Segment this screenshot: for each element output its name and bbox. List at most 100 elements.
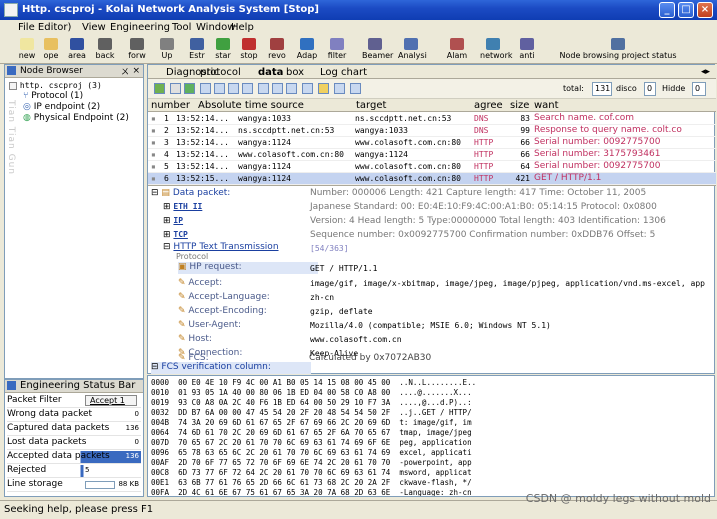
toolbar-button-forward[interactable]: forw bbox=[124, 38, 150, 62]
menu-help[interactable]: Help bbox=[231, 22, 254, 33]
refresh-icon[interactable] bbox=[154, 83, 165, 94]
row-marker-icon: ▪ bbox=[151, 114, 156, 123]
field-icon: ✎ bbox=[178, 334, 189, 344]
http-field[interactable]: ✎ Accept-Language: bbox=[178, 292, 270, 302]
tree-item-label: Protocol (1) bbox=[31, 91, 84, 101]
row-marker-icon: ▪ bbox=[151, 174, 156, 183]
tab-box[interactable]: box bbox=[286, 67, 304, 78]
menu-file[interactable]: File Editor) bbox=[18, 22, 71, 33]
expand-icon[interactable]: ⊞ bbox=[163, 216, 171, 226]
packet-number: 3 bbox=[164, 138, 169, 147]
tree-item-root[interactable]: http. cscproj (3) bbox=[9, 81, 102, 91]
up-icon bbox=[160, 38, 174, 50]
fcs-icon: ✎ bbox=[178, 353, 186, 363]
view-7-icon[interactable] bbox=[286, 83, 297, 94]
packet-row[interactable]: 2 13:52:14... ns.sccdptt.net.cn:53 wangya:1… bbox=[148, 125, 716, 137]
col-time-source[interactable]: Absolute time source bbox=[198, 100, 304, 111]
packet-filter-select[interactable]: Accept 1 bbox=[85, 395, 137, 406]
detail-hp-request[interactable]: ▣ HP request: bbox=[178, 262, 318, 274]
tab-log-chart[interactable]: Log chart bbox=[320, 67, 367, 78]
tab-bar: Diagnostic protocol data box Log chart ◂… bbox=[148, 65, 716, 79]
tab-protocol[interactable]: protocol bbox=[200, 67, 241, 78]
filter-icon[interactable] bbox=[318, 83, 329, 94]
toolbar-button-network[interactable]: network bbox=[480, 38, 513, 62]
toolbar-button-save[interactable]: area bbox=[64, 38, 90, 62]
toolbar-label: Alam bbox=[446, 51, 468, 60]
col-target[interactable]: target bbox=[356, 100, 386, 111]
view-1-icon[interactable] bbox=[200, 83, 211, 94]
toolbar-button-analysis[interactable]: Analysi bbox=[398, 38, 427, 62]
toolbar-button-node-status[interactable]: Node browsing project status bbox=[548, 38, 688, 62]
tree-item-protocol[interactable]: ⑂ Protocol (1) bbox=[23, 91, 83, 101]
view-4-icon[interactable] bbox=[242, 83, 253, 94]
http-field[interactable]: ✎ Accept-Encoding: bbox=[178, 306, 267, 316]
toolbar-button-back[interactable]: back bbox=[92, 38, 118, 62]
tree-item-ip-endpoint[interactable]: ◎ IP endpoint (2) bbox=[23, 102, 100, 112]
next-icon[interactable] bbox=[184, 83, 195, 94]
detail-http[interactable]: ⊟ HTTP Text Transmission bbox=[163, 242, 279, 252]
detail-data-packet[interactable]: ⊟ ▤ Data packet: bbox=[151, 188, 230, 198]
http-field[interactable]: ✎ User-Agent: bbox=[178, 320, 241, 330]
pin-icon[interactable]: ㄨ bbox=[121, 66, 129, 77]
toolbar-button-stop[interactable]: stop bbox=[236, 38, 262, 62]
toolbar-button-estr[interactable]: Estr bbox=[184, 38, 210, 62]
toolbar-button-open[interactable]: ope bbox=[38, 38, 64, 62]
toolbar-button-beamer[interactable]: Beamer bbox=[362, 38, 393, 62]
view-6-icon[interactable] bbox=[272, 83, 283, 94]
detail-ip[interactable]: ⊞ IP bbox=[163, 216, 183, 226]
view-2-icon[interactable] bbox=[214, 83, 225, 94]
toolbar-button-filter[interactable]: filter bbox=[324, 38, 350, 62]
toolbar-button-adapter[interactable]: Adap bbox=[294, 38, 320, 62]
tab-scroll-icon[interactable]: ◂▸ bbox=[701, 67, 710, 77]
menu-tool[interactable]: Tool bbox=[172, 22, 191, 33]
toolbar-button-anti[interactable]: anti bbox=[514, 38, 540, 62]
view-8-icon[interactable] bbox=[302, 83, 313, 94]
menu-engineering[interactable]: Engineering bbox=[110, 22, 170, 33]
packet-row[interactable]: 6 13:52:15... wangya:1124 www.colasoft.com.… bbox=[148, 173, 716, 185]
detail-label: FCS verification column: bbox=[161, 362, 271, 372]
packet-row[interactable]: 5 13:52:14... wangya:1124 www.colasoft.com.… bbox=[148, 161, 716, 173]
expand-icon[interactable]: ⊞ bbox=[163, 202, 171, 212]
grid-icon[interactable] bbox=[334, 83, 345, 94]
packet-target: wangya:1033 bbox=[355, 126, 408, 135]
toolbar-button-revo[interactable]: revo bbox=[264, 38, 290, 62]
detail-eth[interactable]: ⊞ ETH II bbox=[163, 202, 202, 212]
fcs-field[interactable]: ✎ FCS: bbox=[178, 353, 209, 363]
view-3-icon[interactable] bbox=[228, 83, 239, 94]
toolbar-button-up[interactable]: Up bbox=[154, 38, 180, 62]
menu-view[interactable]: View bbox=[82, 22, 106, 33]
maximize-button[interactable]: □ bbox=[678, 2, 694, 18]
expand-icon[interactable]: ⊞ bbox=[163, 230, 171, 240]
toolbar-button-alarm[interactable]: Alam bbox=[444, 38, 470, 62]
physical-endpoint-icon: ◍ bbox=[23, 113, 31, 123]
col-size[interactable]: size bbox=[510, 100, 529, 111]
toolbar-button-start[interactable]: star bbox=[210, 38, 236, 62]
col-want[interactable]: want bbox=[534, 100, 559, 111]
http-field[interactable]: ✎ Host: bbox=[178, 334, 212, 344]
http-field[interactable]: ✎ Accept: bbox=[178, 278, 222, 288]
field-key: Accept-Encoding: bbox=[188, 306, 267, 316]
minimize-button[interactable]: _ bbox=[659, 2, 675, 18]
view-5-icon[interactable] bbox=[258, 83, 269, 94]
packet-row[interactable]: 4 13:52:14... www.colasoft.com.cn:80 wangya… bbox=[148, 149, 716, 161]
detail-fcs[interactable]: ⊟ FCS verification column: bbox=[151, 362, 311, 374]
menu-window[interactable]: Window bbox=[196, 22, 235, 33]
prev-icon[interactable] bbox=[170, 83, 181, 94]
col-agree[interactable]: agree bbox=[474, 100, 503, 111]
col-number[interactable]: number bbox=[151, 100, 190, 111]
detail-tcp[interactable]: ⊞ TCP bbox=[163, 230, 188, 240]
packet-row[interactable]: 3 13:52:14... wangya:1124 www.colasoft.com.… bbox=[148, 137, 716, 149]
expand-icon[interactable]: ⊟ bbox=[151, 362, 159, 372]
columns-icon[interactable] bbox=[350, 83, 361, 94]
tab-data[interactable]: data bbox=[258, 67, 283, 78]
close-icon[interactable]: × bbox=[132, 66, 140, 76]
field-key: User-Agent: bbox=[188, 320, 242, 330]
tree-item-physical-endpoint[interactable]: ◍ Physical Endpoint (2) bbox=[23, 113, 129, 123]
expand-icon[interactable]: ⊟ bbox=[163, 242, 171, 252]
packet-row[interactable]: 1 13:52:14... wangya:1033 ns.sccdptt.net.cn… bbox=[148, 113, 716, 125]
toolbar-button-new[interactable]: new bbox=[14, 38, 40, 62]
expand-icon[interactable]: ⊟ bbox=[151, 188, 159, 198]
row-marker-icon: ▪ bbox=[151, 162, 156, 171]
close-button[interactable]: × bbox=[697, 2, 713, 18]
hex-dump-panel[interactable]: 0000 00 E0 4E 10 F9 4C 00 A1 B0 05 14 15… bbox=[147, 375, 715, 497]
